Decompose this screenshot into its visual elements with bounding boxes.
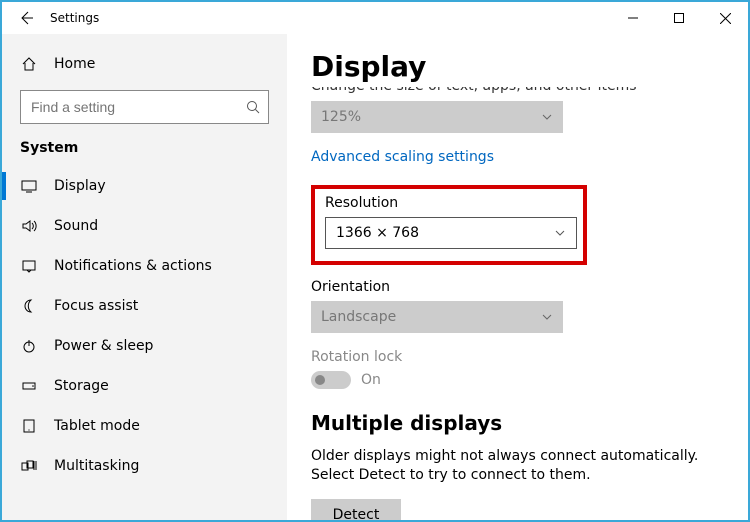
chevron-down-icon: [541, 311, 553, 323]
scale-value: 125%: [321, 109, 361, 125]
sidebar-item-label: Tablet mode: [54, 418, 140, 434]
sidebar: Home System Display Sound Notifications …: [2, 34, 287, 520]
sidebar-item-label: Storage: [54, 378, 109, 394]
rotation-lock-label: Rotation lock: [311, 349, 730, 365]
sidebar-item-display[interactable]: Display: [2, 166, 287, 206]
sound-icon: [20, 218, 38, 234]
titlebar: Settings: [2, 2, 748, 34]
sidebar-item-label: Sound: [54, 218, 98, 234]
home-icon: [20, 56, 38, 72]
home-label: Home: [54, 56, 95, 72]
storage-icon: [20, 378, 38, 394]
rotation-lock-state: On: [361, 372, 381, 388]
sidebar-item-notifications[interactable]: Notifications & actions: [2, 246, 287, 286]
close-button[interactable]: [702, 2, 748, 34]
tablet-icon: [20, 418, 38, 434]
maximize-button[interactable]: [656, 2, 702, 34]
rotation-lock-toggle[interactable]: [311, 371, 351, 389]
search-icon: [246, 100, 260, 114]
page-title: Display: [311, 50, 730, 83]
sidebar-item-sound[interactable]: Sound: [2, 206, 287, 246]
scale-dropdown[interactable]: 125%: [311, 101, 563, 133]
sidebar-item-storage[interactable]: Storage: [2, 366, 287, 406]
display-icon: [20, 178, 38, 194]
search-input[interactable]: [31, 99, 240, 115]
resolution-label: Resolution: [325, 195, 573, 211]
truncated-scale-label: Change the size of text, apps, and other…: [311, 87, 730, 97]
advanced-scaling-link[interactable]: Advanced scaling settings: [311, 149, 494, 165]
sidebar-item-tablet-mode[interactable]: Tablet mode: [2, 406, 287, 446]
back-button[interactable]: [2, 2, 50, 34]
minimize-button[interactable]: [610, 2, 656, 34]
content-panel: Display Change the size of text, apps, a…: [287, 34, 748, 520]
sidebar-item-label: Display: [54, 178, 106, 194]
orientation-label: Orientation: [311, 279, 730, 295]
window-controls: [610, 2, 748, 34]
resolution-value: 1366 × 768: [336, 225, 419, 241]
orientation-value: Landscape: [321, 309, 396, 325]
sidebar-item-focus-assist[interactable]: Focus assist: [2, 286, 287, 326]
window-title: Settings: [50, 11, 99, 25]
sidebar-item-label: Power & sleep: [54, 338, 153, 354]
resolution-highlight: Resolution 1366 × 768: [311, 185, 587, 265]
resolution-dropdown[interactable]: 1366 × 768: [325, 217, 577, 249]
sidebar-item-label: Notifications & actions: [54, 258, 212, 274]
notifications-icon: [20, 258, 38, 274]
section-header-system: System: [2, 136, 287, 166]
orientation-dropdown[interactable]: Landscape: [311, 301, 563, 333]
sidebar-item-multitasking[interactable]: Multitasking: [2, 446, 287, 486]
search-box[interactable]: [20, 90, 269, 124]
multitasking-icon: [20, 458, 38, 474]
sidebar-item-label: Multitasking: [54, 458, 139, 474]
sidebar-item-power-sleep[interactable]: Power & sleep: [2, 326, 287, 366]
multiple-displays-text: Older displays might not always connect …: [311, 447, 730, 485]
chevron-down-icon: [554, 227, 566, 239]
sidebar-item-label: Focus assist: [54, 298, 138, 314]
focus-assist-icon: [20, 298, 38, 314]
chevron-down-icon: [541, 111, 553, 123]
power-icon: [20, 338, 38, 354]
detect-button[interactable]: Detect: [311, 499, 401, 520]
home-link[interactable]: Home: [2, 44, 287, 84]
multiple-displays-heading: Multiple displays: [311, 411, 730, 435]
